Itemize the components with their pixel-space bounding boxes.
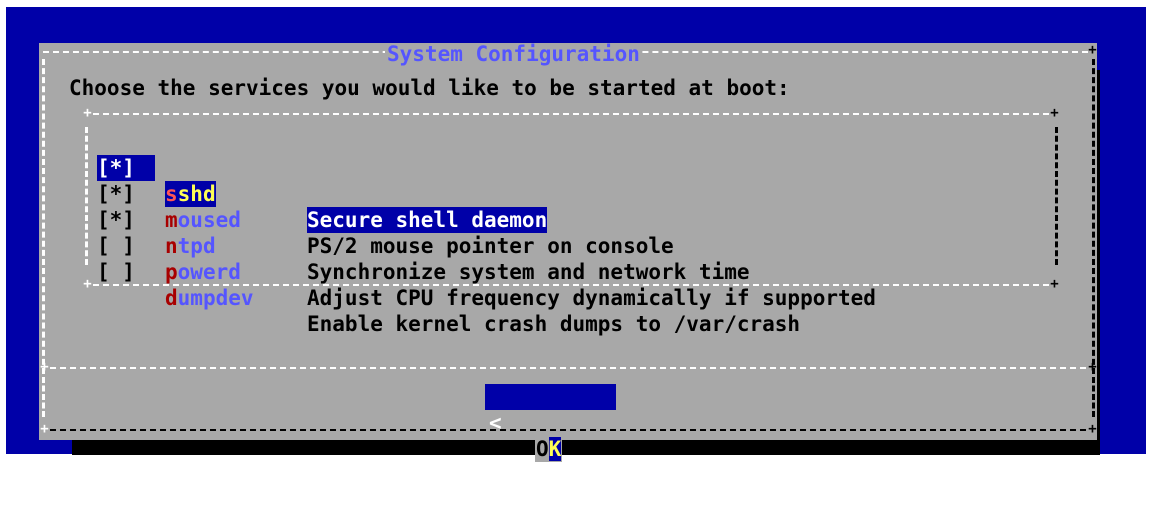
service-name: sshd (165, 181, 216, 207)
ok-button[interactable]: < OK > (485, 384, 616, 487)
list-corner: + (1050, 105, 1059, 121)
service-description: Adjust CPU frequency dynamically if supp… (307, 286, 876, 310)
dialog-title: System Configuration (385, 42, 642, 66)
service-row-ntpd[interactable]: [*] ntpd Synchronize system and network … (97, 181, 750, 284)
service-description: Secure shell daemon (307, 207, 548, 233)
list-border-left (85, 127, 88, 265)
button-separator (50, 367, 1086, 369)
checkbox[interactable]: [ ] (97, 259, 155, 285)
service-name: ntpd (165, 234, 216, 258)
service-description: PS/2 mouse pointer on console (307, 234, 674, 258)
list-border-right (1055, 127, 1058, 265)
ok-label: OK (535, 436, 563, 462)
dialog-border-right-lower (1092, 377, 1095, 417)
service-row-powerd[interactable]: [ ] powerd Adjust CPU frequency dynamica… (97, 207, 876, 310)
separator-corner: + (1088, 359, 1097, 375)
service-name: dumpdev (165, 286, 254, 310)
service-description: Synchronize system and network time (307, 260, 750, 284)
service-row-sshd[interactable]: [*] sshd Secure shell daemon (97, 129, 548, 233)
dialog-border-bottom (50, 429, 1086, 431)
separator-corner: + (40, 359, 49, 375)
service-name: moused (165, 208, 241, 232)
list-corner: + (83, 276, 92, 292)
dialog-prompt: Choose the services you would like to be… (69, 76, 790, 100)
service-row-moused[interactable]: [*] moused PS/2 mouse pointer on console (97, 155, 674, 258)
list-corner: + (83, 105, 92, 121)
ok-left-bracket: < (489, 411, 502, 435)
dialog-corner: + (1088, 42, 1097, 58)
system-configuration-dialog: + System Configuration Choose the servic… (39, 42, 1097, 487)
dialog-corner: + (40, 421, 49, 437)
list-corner: + (1050, 276, 1059, 292)
service-name: powerd (165, 260, 241, 284)
dialog-border-left-lower (42, 377, 45, 417)
dialog-border-right (1092, 59, 1095, 374)
ok-right-bracket: > (597, 463, 610, 487)
service-row-dumpdev[interactable]: [ ] dumpdev Enable kernel crash dumps to… (97, 233, 800, 336)
list-border-top (93, 113, 1049, 115)
dialog-border-left (42, 59, 45, 374)
dialog-corner: + (1088, 421, 1097, 437)
service-description: Enable kernel crash dumps to /var/crash (307, 312, 801, 336)
